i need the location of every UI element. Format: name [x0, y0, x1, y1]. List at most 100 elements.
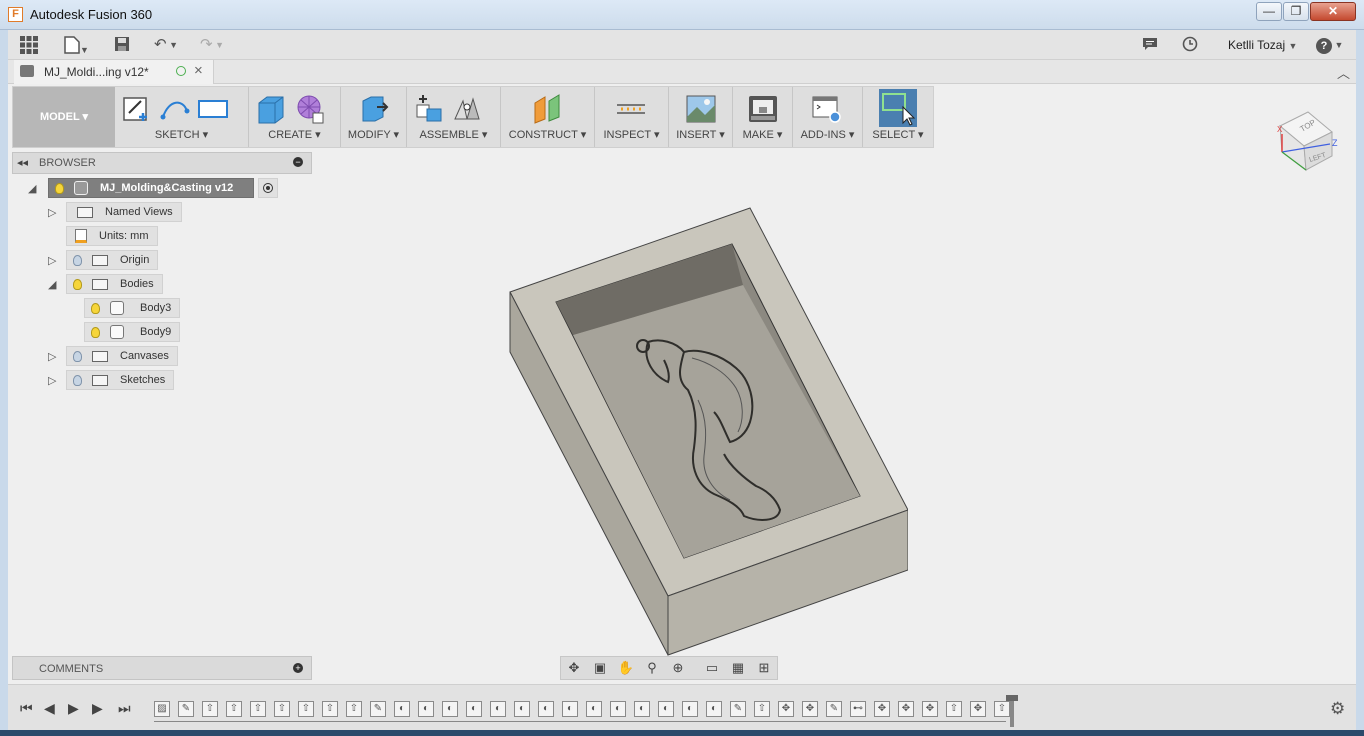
minimize-button[interactable]: —: [1256, 2, 1282, 21]
timeline-feature-icon[interactable]: ◐: [442, 701, 458, 717]
browser-item-origin[interactable]: Origin: [66, 250, 159, 270]
timeline-feature-icon[interactable]: ◐: [538, 701, 554, 717]
form-create-icon[interactable]: [293, 93, 325, 125]
toolbar-group-add-ins[interactable]: ADD-INS ▾: [793, 87, 863, 147]
sketches-expand-icon[interactable]: ▷: [48, 374, 56, 387]
canvases-expand-icon[interactable]: ▷: [48, 350, 56, 363]
browser-header[interactable]: ◂◂ BROWSER −: [12, 152, 312, 174]
toolbar-group-insert[interactable]: INSERT ▾: [669, 87, 733, 147]
go-to-start-icon[interactable]: ⏮: [20, 700, 33, 717]
rectangle-icon[interactable]: [197, 93, 229, 125]
redo-icon[interactable]: ↷ ▼: [200, 36, 224, 54]
toolbar-group-construct[interactable]: CONSTRUCT ▾: [501, 87, 595, 147]
timeline-feature-icon[interactable]: ◐: [586, 701, 602, 717]
browser-item-body9[interactable]: Body9: [84, 322, 181, 342]
help-icon[interactable]: ? ▼: [1316, 36, 1343, 54]
origin-expand-icon[interactable]: ▷: [48, 254, 56, 267]
save-icon[interactable]: [114, 36, 130, 54]
browser-item-named-views[interactable]: Named Views: [66, 202, 182, 222]
insert-image-icon[interactable]: [685, 93, 717, 125]
arc-spline-icon[interactable]: [159, 93, 191, 125]
visibility-bulb-icon[interactable]: [91, 326, 100, 338]
select-window-icon[interactable]: [879, 89, 917, 127]
grid-settings-icon[interactable]: ▦▼: [725, 657, 751, 698]
visibility-bulb-icon[interactable]: [73, 374, 82, 386]
pan-icon[interactable]: ✋: [613, 657, 639, 679]
timeline-feature-icon[interactable]: ◐: [610, 701, 626, 717]
document-tab[interactable]: MJ_Moldi...ing v12* ×: [14, 60, 214, 84]
joint-icon[interactable]: [451, 93, 483, 125]
toolbar-group-assemble[interactable]: ASSEMBLE ▾: [407, 87, 501, 147]
mold-3d-model[interactable]: [488, 204, 908, 664]
app-grid-icon[interactable]: [20, 36, 38, 54]
timeline-feature-icon[interactable]: ⇧: [946, 701, 962, 717]
press-pull-icon[interactable]: [357, 93, 389, 125]
job-status-clock-icon[interactable]: [1182, 36, 1198, 54]
timeline-feature-icon[interactable]: ◐: [562, 701, 578, 717]
timeline-feature-icon[interactable]: ⇧: [322, 701, 338, 717]
root-expanded-icon[interactable]: ◢: [28, 182, 36, 195]
offset-plane-icon[interactable]: [531, 93, 563, 125]
visibility-bulb-icon[interactable]: [73, 278, 82, 290]
named-views-expand-icon[interactable]: ▷: [48, 206, 56, 219]
timeline-feature-icon[interactable]: ⇧: [298, 701, 314, 717]
zoom-icon[interactable]: ⚲: [639, 657, 665, 679]
timeline-feature-icon[interactable]: ⇧: [346, 701, 362, 717]
visibility-bulb-icon[interactable]: [91, 302, 100, 314]
view-cube[interactable]: TOP LEFT X Z: [1270, 104, 1340, 174]
comments-panel[interactable]: COMMENTS +: [12, 656, 312, 680]
maximize-button[interactable]: ❐: [1283, 2, 1309, 21]
timeline-feature-icon[interactable]: ◐: [706, 701, 722, 717]
browser-root-node[interactable]: MJ_Molding&Casting v12: [48, 178, 254, 198]
timeline-marker[interactable]: [1010, 697, 1014, 727]
timeline-feature-icon[interactable]: ⇧: [202, 701, 218, 717]
viewports-icon[interactable]: ⊞▼: [751, 657, 777, 698]
undo-icon[interactable]: ↶ ▼: [154, 36, 178, 54]
add-comment-icon[interactable]: +: [293, 663, 303, 673]
collapse-browser-icon[interactable]: ◂◂: [17, 156, 28, 169]
toolbar-group-create[interactable]: CREATE ▾: [249, 87, 341, 147]
scripts-addins-icon[interactable]: [811, 93, 843, 125]
visibility-bulb-icon[interactable]: [55, 182, 64, 194]
3d-print-icon[interactable]: [747, 93, 779, 125]
timeline-feature-icon[interactable]: ⇧: [250, 701, 266, 717]
browser-item-bodies[interactable]: Bodies: [66, 274, 163, 294]
play-icon[interactable]: ▶: [68, 700, 79, 717]
toolbar-group-inspect[interactable]: INSPECT ▾: [595, 87, 669, 147]
timeline-feature-icon[interactable]: ✥: [970, 701, 986, 717]
orbit-icon[interactable]: ✥▼: [561, 657, 587, 698]
timeline-settings-gear-icon[interactable]: ⚙: [1330, 699, 1345, 719]
timeline-feature-icon[interactable]: ⊷: [850, 701, 866, 717]
timeline-feature-icon[interactable]: ◐: [490, 701, 506, 717]
timeline-feature-icon[interactable]: ◐: [418, 701, 434, 717]
close-button[interactable]: ✕: [1310, 2, 1356, 21]
collapse-toolbar-icon[interactable]: ︿: [1337, 63, 1350, 82]
browser-item-canvases[interactable]: Canvases: [66, 346, 178, 366]
activate-component-icon[interactable]: [258, 178, 278, 198]
toolbar-group-modify[interactable]: MODIFY ▾: [341, 87, 407, 147]
timeline-feature-icon[interactable]: ◐: [658, 701, 674, 717]
toolbar-group-sketch[interactable]: SKETCH ▾: [115, 87, 249, 147]
canvas-viewport[interactable]: MODEL ▾ SKETCH ▾ CREATE ▾ MODIFY ▾ ASSEM…: [8, 84, 1356, 698]
timeline-feature-icon[interactable]: ✎: [370, 701, 386, 717]
timeline-feature-icon[interactable]: ⇧: [754, 701, 770, 717]
timeline-feature-icon[interactable]: ✥: [778, 701, 794, 717]
browser-item-units[interactable]: Units: mm: [66, 226, 158, 246]
timeline-feature-icon[interactable]: ⇧: [994, 701, 1010, 717]
create-sketch-icon[interactable]: [121, 93, 153, 125]
timeline-feature-icon[interactable]: ✥: [898, 701, 914, 717]
display-settings-icon[interactable]: ▭▼: [699, 657, 725, 698]
timeline-marker-handle[interactable]: [1006, 695, 1018, 701]
close-tab-icon[interactable]: ×: [194, 62, 203, 79]
timeline-feature-icon[interactable]: ◐: [634, 701, 650, 717]
timeline-feature-icon[interactable]: ◐: [394, 701, 410, 717]
step-forward-icon[interactable]: ▶: [92, 700, 103, 717]
timeline-feature-icon[interactable]: ▨: [154, 701, 170, 717]
go-to-end-icon[interactable]: ⏭: [118, 700, 131, 717]
toolbar-group-make[interactable]: MAKE ▾: [733, 87, 793, 147]
timeline-feature-icon[interactable]: ✥: [802, 701, 818, 717]
timeline-feature-icon[interactable]: ✎: [826, 701, 842, 717]
timeline-feature-icon[interactable]: ⇧: [226, 701, 242, 717]
file-menu-icon[interactable]: ▼: [64, 36, 89, 55]
measure-icon[interactable]: [615, 93, 647, 125]
